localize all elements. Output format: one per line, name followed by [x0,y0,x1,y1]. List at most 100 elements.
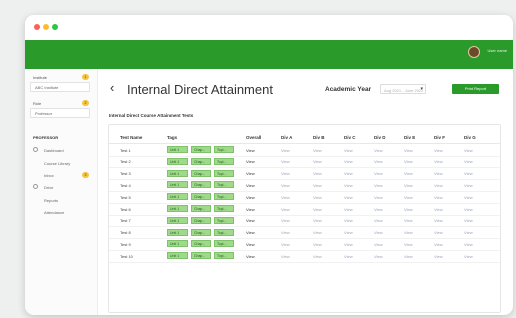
view-div-f-link[interactable]: View [434,148,443,153]
view-div-d-link[interactable]: View [374,159,383,164]
view-overall-link[interactable]: View [246,242,255,247]
view-div-f-link[interactable]: View [434,159,443,164]
tag-chip[interactable]: Chap... [191,240,211,248]
view-div-d-link[interactable]: View [374,171,383,176]
view-div-a-link[interactable]: View [281,218,290,223]
view-overall-link[interactable]: View [246,183,255,188]
tag-chip[interactable]: Chap... [191,193,211,201]
view-div-b-link[interactable]: View [313,148,322,153]
view-div-e-link[interactable]: View [404,254,413,259]
tag-chip[interactable]: Chap... [191,181,211,189]
tag-chip[interactable]: Topi... [214,252,234,260]
view-div-c-link[interactable]: View [344,148,353,153]
view-div-g-link[interactable]: View [464,242,473,247]
view-div-e-link[interactable]: View [404,183,413,188]
view-div-f-link[interactable]: View [434,254,443,259]
sidebar-item-attendance[interactable]: Attendance [44,210,64,215]
tag-chip[interactable]: Chap... [191,205,211,212]
view-div-f-link[interactable]: View [434,207,443,212]
view-div-c-link[interactable]: View [344,207,353,212]
view-div-e-link[interactable]: View [404,159,413,164]
view-div-c-link[interactable]: View [344,230,353,235]
view-div-f-link[interactable]: View [434,218,443,223]
view-div-g-link[interactable]: View [464,183,473,188]
view-div-c-link[interactable]: View [344,242,353,247]
tag-chip[interactable]: Topi... [214,240,234,248]
view-div-a-link[interactable]: View [281,195,290,200]
view-div-f-link[interactable]: View [434,242,443,247]
view-overall-link[interactable]: View [246,230,255,235]
view-div-a-link[interactable]: View [281,230,290,235]
sidebar-item-reports[interactable]: Reports [44,198,58,203]
view-div-a-link[interactable]: View [281,159,290,164]
close-window-button[interactable] [34,24,40,30]
tag-chip[interactable]: Topi... [214,216,234,224]
maximize-window-button[interactable] [52,24,58,30]
view-div-b-link[interactable]: View [313,171,322,176]
view-div-a-link[interactable]: View [281,207,290,212]
view-div-g-link[interactable]: View [464,148,473,153]
view-div-d-link[interactable]: View [374,254,383,259]
view-div-a-link[interactable]: View [281,242,290,247]
view-div-b-link[interactable]: View [313,242,322,247]
tag-chip[interactable]: Topi... [214,157,234,165]
tag-chip[interactable]: Unit 1 [167,181,188,189]
view-div-b-link[interactable]: View [313,195,322,200]
tag-chip[interactable]: Chap... [191,146,211,153]
sidebar-item-inbox[interactable]: Inbox [44,173,54,178]
tag-chip[interactable]: Chap... [191,169,211,177]
view-overall-link[interactable]: View [246,207,255,212]
role-select[interactable]: Professor [30,108,90,118]
username-label[interactable]: User name [487,48,507,53]
view-div-g-link[interactable]: View [464,159,473,164]
print-report-button[interactable]: Print Report [452,84,499,94]
view-overall-link[interactable]: View [246,218,255,223]
view-div-c-link[interactable]: View [344,195,353,200]
view-div-f-link[interactable]: View [434,171,443,176]
tag-chip[interactable]: Topi... [214,146,234,153]
tag-chip[interactable]: Chap... [191,216,211,224]
view-div-b-link[interactable]: View [313,159,322,164]
view-div-a-link[interactable]: View [281,148,290,153]
view-div-b-link[interactable]: View [313,254,322,259]
view-div-e-link[interactable]: View [404,230,413,235]
view-overall-link[interactable]: View [246,254,255,259]
view-div-d-link[interactable]: View [374,218,383,223]
tag-chip[interactable]: Unit 1 [167,169,188,177]
back-arrow-icon[interactable]: ‹ [110,81,114,94]
academic-year-select[interactable]: Aug 2021 - June 2022 ▾ [380,84,426,94]
tag-chip[interactable]: Unit 1 [167,252,188,260]
view-div-f-link[interactable]: View [434,230,443,235]
view-div-g-link[interactable]: View [464,230,473,235]
view-overall-link[interactable]: View [246,171,255,176]
tag-chip[interactable]: Chap... [191,157,211,165]
view-div-g-link[interactable]: View [464,195,473,200]
view-div-a-link[interactable]: View [281,183,290,188]
view-div-e-link[interactable]: View [404,207,413,212]
view-div-d-link[interactable]: View [374,183,383,188]
view-div-b-link[interactable]: View [313,183,322,188]
view-overall-link[interactable]: View [246,159,255,164]
tag-chip[interactable]: Unit 1 [167,216,188,224]
tag-chip[interactable]: Topi... [214,205,234,212]
view-div-c-link[interactable]: View [344,159,353,164]
institute-select[interactable]: ABC Institute [30,82,90,92]
tag-chip[interactable]: Unit 1 [167,146,188,153]
view-div-a-link[interactable]: View [281,254,290,259]
view-div-a-link[interactable]: View [281,171,290,176]
view-div-g-link[interactable]: View [464,218,473,223]
view-div-e-link[interactable]: View [404,195,413,200]
view-div-e-link[interactable]: View [404,218,413,223]
sidebar-item-course-library[interactable]: Course Library [44,161,70,166]
view-div-b-link[interactable]: View [313,207,322,212]
minimize-window-button[interactable] [43,24,49,30]
view-div-b-link[interactable]: View [313,230,322,235]
view-overall-link[interactable]: View [246,148,255,153]
view-div-b-link[interactable]: View [313,218,322,223]
tag-chip[interactable]: Unit 1 [167,157,188,165]
tag-chip[interactable]: Unit 1 [167,205,188,212]
tag-chip[interactable]: Chap... [191,228,211,236]
tag-chip[interactable]: Topi... [214,193,234,201]
view-div-c-link[interactable]: View [344,254,353,259]
tag-chip[interactable]: Unit 1 [167,240,188,248]
